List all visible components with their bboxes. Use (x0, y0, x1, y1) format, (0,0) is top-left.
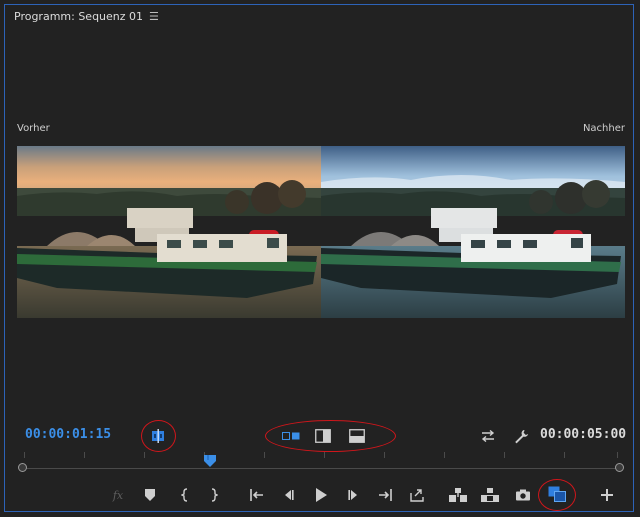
add-button-icon[interactable] (597, 487, 617, 503)
side-by-side-icon[interactable] (281, 429, 301, 443)
swap-sides-icon[interactable] (479, 428, 497, 444)
go-to-out-icon[interactable] (375, 487, 395, 503)
overwrite-icon[interactable] (480, 487, 500, 503)
go-to-in-icon[interactable] (247, 487, 267, 503)
scrubber-end-handle[interactable] (615, 463, 624, 472)
duration-timecode: 00:00:05:00 (540, 427, 627, 442)
insert-icon[interactable] (448, 487, 468, 503)
hamburger-menu-icon[interactable]: ☰ (149, 10, 159, 23)
marker-icon[interactable] (140, 487, 160, 503)
playback-scrubber[interactable] (18, 458, 624, 478)
comparison-view-icon[interactable] (547, 486, 567, 502)
play-icon[interactable] (311, 487, 331, 503)
after-label: Nachher (582, 123, 625, 134)
horizontal-split-icon[interactable] (348, 428, 366, 444)
mark-in-icon[interactable] (175, 487, 195, 503)
panel-header: Programm: Sequenz 01 ☰ (14, 10, 159, 23)
before-image (17, 146, 321, 318)
wrench-icon[interactable] (512, 427, 530, 445)
before-label: Vorher (17, 123, 50, 134)
export-frame-lift-icon[interactable] (407, 487, 427, 503)
panel-title: Programm: Sequenz 01 (14, 10, 144, 23)
scrubber-start-handle[interactable] (18, 463, 27, 472)
step-back-icon[interactable] (278, 487, 298, 503)
fx-icon[interactable]: fx (108, 487, 128, 503)
camera-icon[interactable] (513, 487, 533, 503)
step-forward-icon[interactable] (344, 487, 364, 503)
after-image (321, 146, 625, 318)
current-timecode[interactable]: 00:00:01:15 (25, 427, 111, 442)
scrubber-track (24, 468, 618, 469)
comparison-view-toggle-icon[interactable] (150, 428, 166, 444)
mark-out-icon[interactable] (204, 487, 224, 503)
program-viewer[interactable] (17, 146, 625, 318)
vertical-split-icon[interactable] (314, 428, 332, 444)
